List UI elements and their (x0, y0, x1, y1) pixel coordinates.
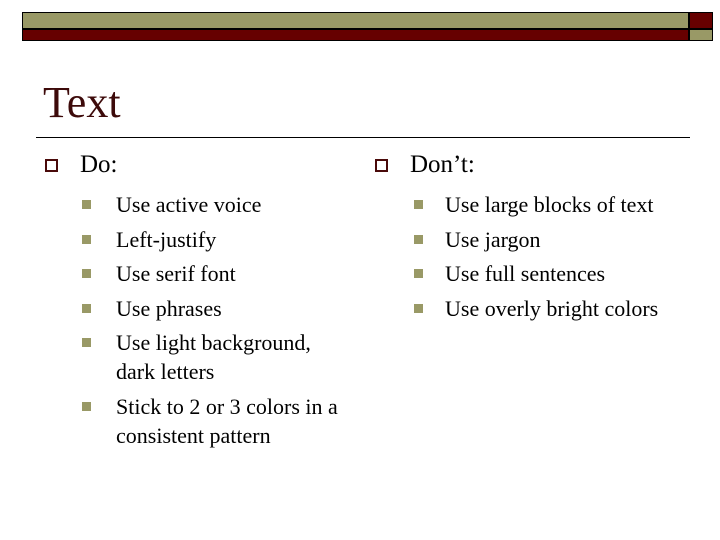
dont-heading-item: Don’t: (375, 148, 705, 186)
hollow-square-bullet-icon (45, 159, 58, 172)
do-column: Do: Use active voice Left-justify Use se… (45, 148, 355, 455)
slide-title: Text (43, 78, 121, 127)
dont-heading: Don’t: (410, 151, 475, 178)
list-item-text: Use phrases (116, 295, 222, 321)
do-heading-item: Do: (45, 148, 355, 186)
list-item-text: Use overly bright colors (445, 295, 659, 321)
header-corner-block-red (689, 12, 713, 29)
list-item: Stick to 2 or 3 colors in a consistent p… (45, 392, 355, 450)
list-item-text: Use jargon (445, 226, 541, 252)
list-item-text: Use full sentences (445, 261, 606, 286)
header-bar-olive-stripe (22, 12, 689, 29)
list-item: Use overly bright colors (375, 294, 705, 323)
list-item-text: Left-justify (116, 226, 217, 252)
list-item: Use full sentences (375, 259, 705, 288)
filled-square-bullet-icon (82, 234, 91, 244)
list-item: Use phrases (45, 294, 355, 323)
list-item-text: Use active voice (116, 192, 262, 217)
filled-square-bullet-icon (414, 303, 423, 313)
header-bar-red-stripe (22, 29, 689, 41)
filled-square-bullet-icon (82, 269, 91, 278)
decorative-header-bar (22, 12, 713, 41)
do-list: Use active voice Left-justify Use serif … (45, 190, 355, 450)
header-corner-block-olive (689, 29, 713, 41)
list-item: Use jargon (375, 225, 705, 254)
filled-square-bullet-icon (82, 338, 91, 347)
list-item-text: Use serif font (116, 261, 236, 286)
list-item: Left-justify (45, 225, 355, 254)
list-item-text: Stick to 2 or 3 colors in a consistent p… (116, 393, 338, 448)
filled-square-bullet-icon (414, 200, 423, 209)
list-item: Use serif font (45, 259, 355, 288)
dont-list: Use large blocks of text Use jargon Use … (375, 190, 705, 323)
list-item-text: Use large blocks of text (445, 192, 654, 217)
hollow-square-bullet-icon (375, 159, 388, 172)
filled-square-bullet-icon (82, 401, 91, 411)
dont-column: Don’t: Use large blocks of text Use jarg… (375, 148, 705, 328)
list-item: Use active voice (45, 190, 355, 219)
list-item-text: Use light background, dark letters (116, 330, 311, 384)
do-heading: Do: (80, 151, 118, 178)
filled-square-bullet-icon (82, 303, 91, 313)
filled-square-bullet-icon (414, 269, 423, 278)
filled-square-bullet-icon (82, 200, 91, 209)
title-divider (36, 137, 690, 138)
list-item: Use light background, dark letters (45, 328, 355, 386)
list-item: Use large blocks of text (375, 190, 705, 219)
filled-square-bullet-icon (414, 234, 423, 244)
